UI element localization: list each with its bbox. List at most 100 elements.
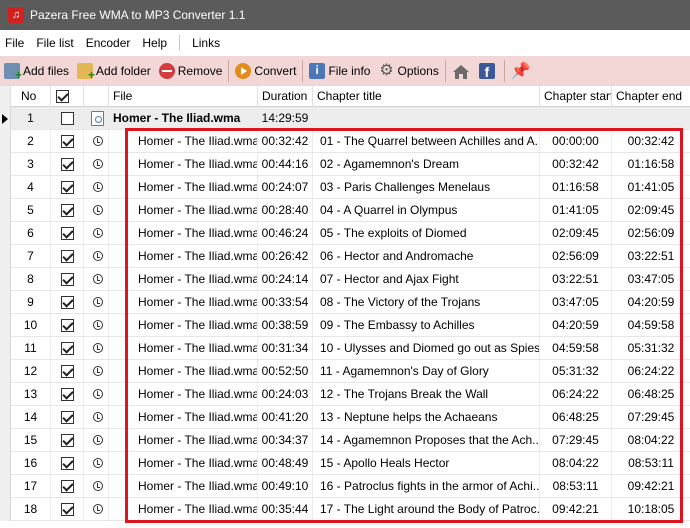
row-check-cell[interactable] bbox=[51, 245, 84, 268]
table-row[interactable]: 14 Homer - The Iliad.wma 00:41:20 13 - Nept… bbox=[0, 406, 690, 429]
row-checkbox[interactable] bbox=[61, 227, 74, 240]
row-checkbox[interactable] bbox=[61, 434, 74, 447]
row-checkbox[interactable] bbox=[61, 135, 74, 148]
table-row[interactable]: 11 Homer - The Iliad.wma 00:31:34 10 - Ulys… bbox=[0, 337, 690, 360]
row-duration: 00:24:07 bbox=[258, 176, 313, 199]
home-icon bbox=[452, 63, 469, 79]
file-info-button[interactable]: File info bbox=[305, 58, 374, 84]
row-checkbox[interactable] bbox=[61, 457, 74, 470]
table-row[interactable]: 2 Homer - The Iliad.wma 00:32:42 01 - The Q… bbox=[0, 130, 690, 153]
table-row[interactable]: 6 Homer - The Iliad.wma 00:46:24 05 - The e… bbox=[0, 222, 690, 245]
header-chapter-title[interactable]: Chapter title bbox=[313, 86, 540, 107]
header-chapter-start[interactable]: Chapter start bbox=[540, 86, 612, 107]
row-checkbox[interactable] bbox=[61, 158, 74, 171]
row-file: Homer - The Iliad.wma bbox=[109, 176, 258, 199]
row-indicator bbox=[0, 107, 11, 130]
row-checkbox[interactable] bbox=[61, 411, 74, 424]
row-file: Homer - The Iliad.wma bbox=[109, 383, 258, 406]
file-info-icon bbox=[309, 62, 326, 79]
menu-help[interactable]: Help bbox=[136, 30, 173, 56]
remove-label: Remove bbox=[177, 63, 223, 78]
table-row[interactable]: 5 Homer - The Iliad.wma 00:28:40 04 - A Qua… bbox=[0, 199, 690, 222]
add-files-button[interactable]: Add files bbox=[0, 58, 73, 84]
row-icon-cell bbox=[84, 314, 109, 337]
row-chapter-title: 14 - Agamemnon Proposes that the Ach... bbox=[313, 429, 540, 452]
header-no[interactable]: No bbox=[11, 86, 51, 107]
header-duration[interactable]: Duration bbox=[258, 86, 313, 107]
add-folder-label: Add folder bbox=[96, 63, 151, 78]
row-check-cell[interactable] bbox=[51, 406, 84, 429]
row-check-cell[interactable] bbox=[51, 268, 84, 291]
facebook-button[interactable]: f bbox=[475, 58, 502, 84]
table-row[interactable]: 12 Homer - The Iliad.wma 00:52:50 11 - Agam… bbox=[0, 360, 690, 383]
table-row[interactable]: 7 Homer - The Iliad.wma 00:26:42 06 - Hecto… bbox=[0, 245, 690, 268]
indicator-header bbox=[0, 86, 11, 107]
row-checkbox[interactable] bbox=[61, 204, 74, 217]
row-check-cell[interactable] bbox=[51, 130, 84, 153]
row-checkbox[interactable] bbox=[61, 250, 74, 263]
table-row[interactable]: 9 Homer - The Iliad.wma 00:33:54 08 - The V… bbox=[0, 291, 690, 314]
row-file: Homer - The Iliad.wma bbox=[109, 153, 258, 176]
add-folder-button[interactable]: Add folder bbox=[73, 58, 155, 84]
header-select-all-checkbox[interactable] bbox=[56, 90, 69, 103]
row-chapter-title: 03 - Paris Challenges Menelaus bbox=[313, 176, 540, 199]
title-bar: ♫ Pazera Free WMA to MP3 Converter 1.1 bbox=[0, 0, 690, 30]
row-checkbox[interactable] bbox=[61, 480, 74, 493]
table-row[interactable]: 1 Homer - The Iliad.wma 14:29:59 bbox=[0, 107, 690, 130]
table-row[interactable]: 3 Homer - The Iliad.wma 00:44:16 02 - Agame… bbox=[0, 153, 690, 176]
row-icon-cell bbox=[84, 130, 109, 153]
row-checkbox[interactable] bbox=[61, 112, 74, 125]
home-button[interactable] bbox=[448, 58, 475, 84]
row-duration: 00:35:44 bbox=[258, 498, 313, 521]
table-row[interactable]: 17 Homer - The Iliad.wma 00:49:10 16 - Patr… bbox=[0, 475, 690, 498]
row-icon-cell bbox=[84, 360, 109, 383]
remove-button[interactable]: Remove bbox=[155, 58, 227, 84]
pin-button[interactable]: 📌 bbox=[507, 58, 534, 84]
header-file[interactable]: File bbox=[109, 86, 258, 107]
row-checkbox[interactable] bbox=[61, 388, 74, 401]
row-checkbox[interactable] bbox=[61, 181, 74, 194]
row-check-cell[interactable] bbox=[51, 475, 84, 498]
header-chapter-end[interactable]: Chapter end bbox=[612, 86, 690, 107]
row-indicator bbox=[0, 498, 11, 521]
toolbar-separator bbox=[302, 59, 304, 82]
row-icon-cell bbox=[84, 199, 109, 222]
row-check-cell[interactable] bbox=[51, 222, 84, 245]
table-row[interactable]: 8 Homer - The Iliad.wma 00:24:14 07 - Hecto… bbox=[0, 268, 690, 291]
row-check-cell[interactable] bbox=[51, 383, 84, 406]
row-check-cell[interactable] bbox=[51, 429, 84, 452]
row-number: 17 bbox=[11, 475, 51, 498]
clock-icon bbox=[93, 159, 103, 169]
menu-links[interactable]: Links bbox=[186, 30, 226, 56]
row-chapter-end: 06:48:25 bbox=[627, 387, 675, 401]
row-check-cell[interactable] bbox=[51, 199, 84, 222]
row-checkbox[interactable] bbox=[61, 296, 74, 309]
menu-file[interactable]: File bbox=[0, 30, 30, 56]
table-row[interactable]: 10 Homer - The Iliad.wma 00:38:59 09 - The … bbox=[0, 314, 690, 337]
row-check-cell[interactable] bbox=[51, 291, 84, 314]
row-check-cell[interactable] bbox=[51, 360, 84, 383]
row-check-cell[interactable] bbox=[51, 498, 84, 521]
table-row[interactable]: 16 Homer - The Iliad.wma 00:48:49 15 - Apol… bbox=[0, 452, 690, 475]
menu-file-list[interactable]: File list bbox=[30, 30, 79, 56]
table-row[interactable]: 4 Homer - The Iliad.wma 00:24:07 03 - Paris… bbox=[0, 176, 690, 199]
row-checkbox[interactable] bbox=[61, 365, 74, 378]
row-chapter-start: 07:29:45 bbox=[540, 429, 612, 452]
convert-button[interactable]: Convert bbox=[231, 58, 300, 84]
row-check-cell[interactable] bbox=[51, 176, 84, 199]
options-button[interactable]: ⚙ Options bbox=[374, 58, 442, 84]
row-check-cell[interactable] bbox=[51, 107, 84, 130]
table-row[interactable]: 13 Homer - The Iliad.wma 00:24:03 12 - The … bbox=[0, 383, 690, 406]
table-row[interactable]: 18 Homer - The Iliad.wma 00:35:44 17 - The … bbox=[0, 498, 690, 521]
row-icon-cell bbox=[84, 107, 109, 130]
row-checkbox[interactable] bbox=[61, 319, 74, 332]
row-check-cell[interactable] bbox=[51, 314, 84, 337]
row-checkbox[interactable] bbox=[61, 503, 74, 516]
row-check-cell[interactable] bbox=[51, 153, 84, 176]
table-row[interactable]: 15 Homer - The Iliad.wma 00:34:37 14 - Agam… bbox=[0, 429, 690, 452]
menu-encoder[interactable]: Encoder bbox=[80, 30, 137, 56]
row-check-cell[interactable] bbox=[51, 452, 84, 475]
row-check-cell[interactable] bbox=[51, 337, 84, 360]
row-checkbox[interactable] bbox=[61, 342, 74, 355]
row-checkbox[interactable] bbox=[61, 273, 74, 286]
